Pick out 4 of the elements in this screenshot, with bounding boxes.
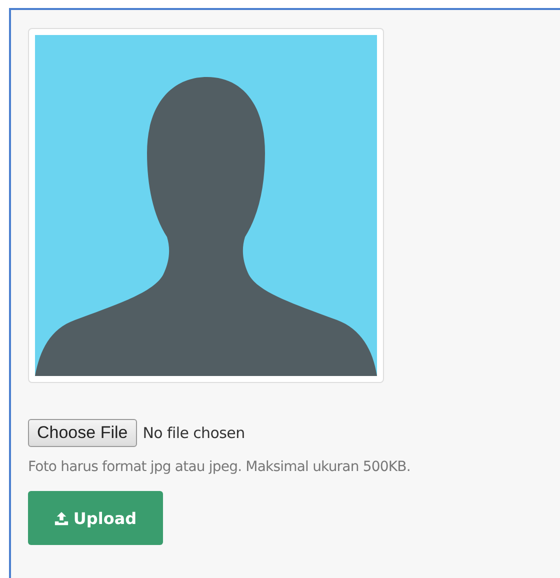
file-status-text: No file chosen bbox=[142, 424, 245, 442]
upload-icon bbox=[54, 510, 70, 526]
hint-text: Foto harus format jpg atau jpeg. Maksimal ukuran 500KB. bbox=[28, 459, 412, 475]
choose-file-button[interactable]: Choose File bbox=[28, 419, 137, 447]
